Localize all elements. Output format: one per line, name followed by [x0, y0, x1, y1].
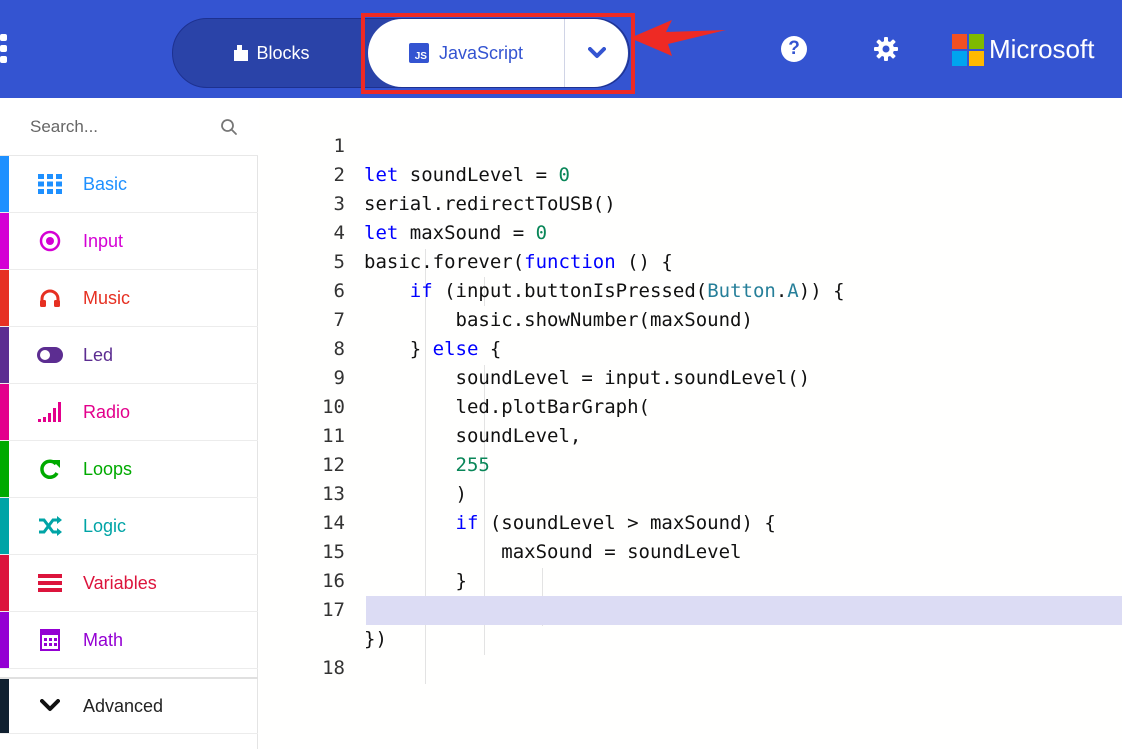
blocks-button[interactable]: Blocks	[172, 18, 372, 88]
line-code: })	[364, 628, 387, 650]
category-stripe	[0, 498, 9, 554]
category-stripe	[0, 612, 9, 668]
code-line: 1 let soundLevel = 0	[259, 103, 1122, 186]
category-stripe	[0, 555, 9, 611]
category-stripe	[0, 213, 9, 269]
code-line: 4 basic.forever(function () {	[259, 190, 1122, 273]
category-led[interactable]: Led	[0, 327, 258, 384]
category-stripe	[0, 679, 9, 733]
settings-button[interactable]	[873, 36, 899, 62]
category-stripe	[0, 384, 9, 440]
category-math[interactable]: Math	[0, 612, 258, 669]
category-advanced[interactable]: Advanced	[0, 677, 258, 734]
category-label: Basic	[83, 173, 128, 194]
search-input[interactable]	[30, 114, 200, 140]
code-line: 6 basic.showNumber(maxSound)	[259, 248, 1122, 331]
puzzle-icon	[234, 45, 249, 61]
category-stripe	[0, 270, 9, 326]
category-label: Math	[83, 629, 124, 650]
code-line: 7 } else {	[259, 277, 1122, 360]
microsoft-logo[interactable]	[952, 34, 984, 66]
grid-icon	[37, 172, 63, 196]
category-label: Variables	[83, 572, 157, 593]
category-input[interactable]: Input	[0, 213, 258, 270]
category-label: Input	[83, 230, 124, 251]
menu-icon[interactable]	[0, 34, 8, 64]
code-line: 8 soundLevel = input.soundLevel()	[259, 306, 1122, 389]
category-loops[interactable]: Loops	[0, 441, 258, 498]
toggle-icon	[37, 343, 63, 367]
chevron-down-icon	[37, 694, 63, 718]
code-editor[interactable]: 1 let soundLevel = 0 2 serial.redirectTo…	[259, 98, 1122, 749]
category-stripe	[0, 441, 9, 497]
code-line: 10 soundLevel,	[259, 364, 1122, 447]
code-line-current: 18	[259, 596, 1122, 679]
category-basic[interactable]: Basic	[0, 156, 258, 213]
code-line: 9 led.plotBarGraph(	[259, 335, 1122, 418]
microsoft-brand-text[interactable]: Microsoft	[989, 34, 1094, 65]
code-line: 14 maxSound = soundLevel	[259, 480, 1122, 563]
category-label: Music	[83, 287, 131, 308]
category-music[interactable]: Music	[0, 270, 258, 327]
category-radio[interactable]: Radio	[0, 384, 258, 441]
code-line: 16 }	[259, 538, 1122, 621]
line-number: 18	[322, 657, 345, 679]
search-icon[interactable]	[220, 118, 238, 136]
calculator-icon	[37, 628, 63, 652]
code-line: 5 if (input.buttonIsPressed(Button.A)) {	[259, 219, 1122, 302]
annotation-arrow	[630, 20, 726, 56]
category-label: Radio	[83, 401, 131, 422]
category-stripe	[0, 156, 9, 212]
category-label: Led	[83, 344, 114, 365]
category-variables[interactable]: Variables	[0, 555, 258, 612]
toolbox: Basic Input Music	[0, 98, 258, 749]
code-line: 15 }	[259, 509, 1122, 592]
code-line: 17 })	[259, 567, 1122, 650]
help-button[interactable]: ?	[781, 36, 807, 62]
code-line: 11 255	[259, 393, 1122, 476]
gear-icon	[874, 37, 898, 61]
menu-bar: Blocks JS JavaScript ? Microsoft	[0, 0, 1122, 98]
category-label: Advanced	[83, 695, 164, 716]
refresh-icon	[37, 457, 63, 481]
code-line: 2 serial.redirectToUSB()	[259, 132, 1122, 215]
target-icon	[37, 229, 63, 253]
javascript-button[interactable]: JS JavaScript	[368, 19, 564, 87]
signal-bars-icon	[37, 400, 63, 424]
blocks-label: Blocks	[256, 42, 310, 63]
category-stripe	[0, 327, 9, 383]
shuffle-icon	[37, 514, 63, 538]
javascript-label: JavaScript	[438, 42, 524, 63]
chevron-down-icon	[587, 47, 606, 58]
current-line-highlight	[366, 596, 1122, 625]
code-line: 12 )	[259, 422, 1122, 505]
code-line: 13 if (soundLevel > maxSound) {	[259, 451, 1122, 534]
js-icon: JS	[408, 43, 429, 63]
lines-icon	[37, 571, 63, 595]
code-line: 3 let maxSound = 0	[259, 161, 1122, 244]
category-logic[interactable]: Logic	[0, 498, 258, 555]
headphones-icon	[37, 286, 63, 310]
category-label: Loops	[83, 458, 133, 479]
category-label: Logic	[83, 515, 127, 536]
search-box	[0, 98, 258, 156]
